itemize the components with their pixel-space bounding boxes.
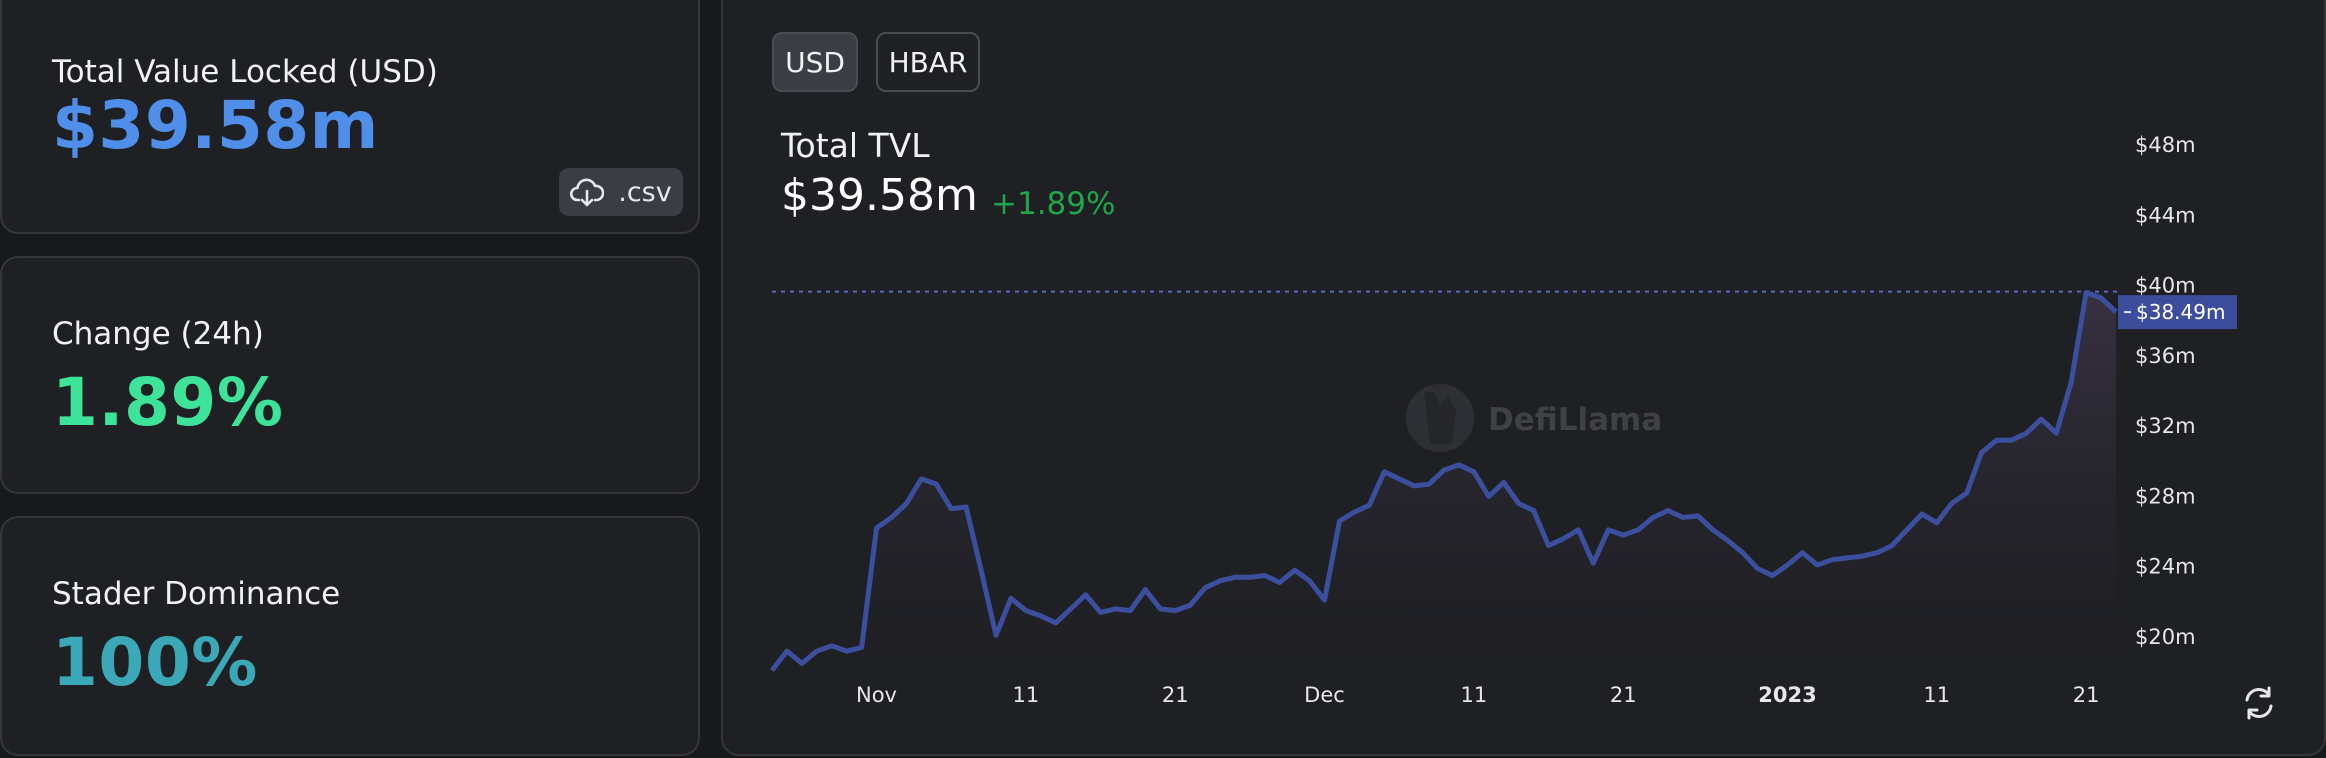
x-tick-label: 11	[1923, 683, 1950, 707]
crosshair-marker-label: $38.49m	[2136, 300, 2225, 324]
llama-logo-icon	[1406, 384, 1474, 452]
x-tick-label: 11	[1013, 683, 1040, 707]
y-tick-label: $28m	[2135, 484, 2196, 508]
y-tick-label: $32m	[2135, 414, 2196, 438]
watermark: DefiLlama	[1406, 384, 1662, 452]
y-tick-label: $20m	[2135, 625, 2196, 649]
y-tick-label: $44m	[2135, 203, 2196, 227]
y-tick-label: $40m	[2135, 274, 2196, 298]
x-tick-label: 2023	[1758, 683, 1816, 707]
refresh-icon[interactable]	[2240, 684, 2278, 722]
x-tick-label: 21	[1610, 683, 1637, 707]
x-axis: Nov 11 21 Dec 11 21 2023 11 21	[856, 683, 2099, 707]
x-tick-label: Dec	[1304, 683, 1345, 707]
tvl-area	[772, 292, 2116, 671]
crosshair-marker: $38.49m	[2118, 295, 2237, 330]
x-tick-label: 21	[1162, 683, 1189, 707]
x-tick-label: 21	[2073, 683, 2100, 707]
y-tick-label: $48m	[2135, 133, 2196, 157]
y-tick-label: $36m	[2135, 344, 2196, 368]
x-tick-label: Nov	[856, 683, 897, 707]
y-axis: $48m $44m $40m $36m $32m $28m $24m $20m	[2135, 133, 2196, 649]
tvl-chart[interactable]: DefiLlama $48m $44m $40m $36m $32m $28m $24m $2…	[0, 0, 2326, 758]
y-tick-label: $24m	[2135, 555, 2196, 579]
watermark-text: DefiLlama	[1488, 402, 1662, 438]
x-tick-label: 11	[1461, 683, 1488, 707]
